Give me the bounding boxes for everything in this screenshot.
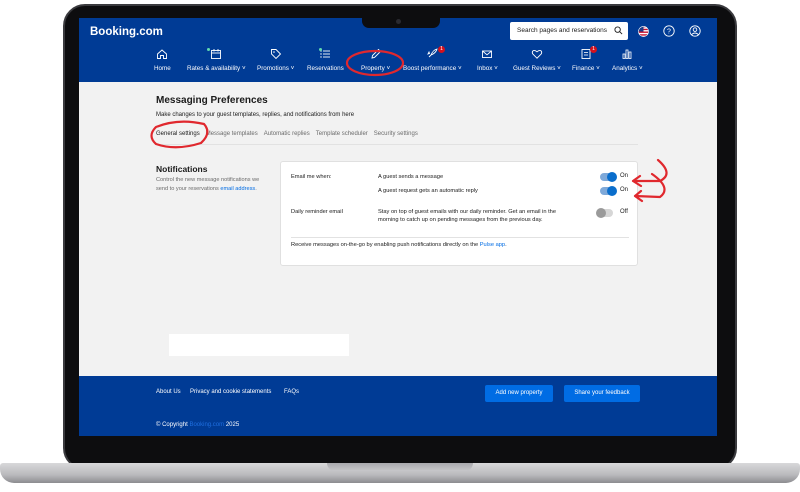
bar-chart-icon xyxy=(622,49,632,59)
card-divider xyxy=(291,237,629,238)
option-auto-reply: A guest request gets an automatic reply xyxy=(378,188,478,194)
footer-faqs-link[interactable]: FAQs xyxy=(284,389,299,395)
envelope-icon xyxy=(482,50,493,58)
camera-icon xyxy=(396,19,401,24)
nav-reservations-label: Reservations xyxy=(307,65,344,72)
copyright: © Copyright Booking.com 2025 xyxy=(156,422,240,428)
footer: About Us Privacy and cookie statements F… xyxy=(79,376,717,436)
search-input[interactable]: Search pages and reservations xyxy=(510,22,628,40)
flag-icon[interactable] xyxy=(635,23,651,39)
notifications-title: Notifications xyxy=(156,164,208,174)
email-me-label: Email me when: xyxy=(291,174,332,180)
nav-finance-label: Finance ˅ xyxy=(572,65,600,72)
pulse-app-link[interactable]: Pulse app xyxy=(480,242,505,248)
pulse-app-note: Receive messages on-the-go by enabling p… xyxy=(291,242,507,248)
search-icon xyxy=(614,26,623,35)
booking-logo[interactable]: Booking.com xyxy=(90,26,163,38)
tab-message-templates[interactable]: Message templates xyxy=(206,131,258,142)
share-feedback-button[interactable]: Share your feedback xyxy=(564,385,640,402)
tag-icon xyxy=(270,49,281,60)
search-placeholder: Search pages and reservations xyxy=(517,27,607,34)
nav-property-label: Property ˅ xyxy=(361,65,391,72)
auto-reply-state: On xyxy=(620,187,629,193)
nav-promotions[interactable]: Promotions ˅ xyxy=(257,48,294,72)
nav-reviews[interactable]: Guest Reviews ˅ xyxy=(513,48,561,72)
calendar-icon xyxy=(211,49,222,59)
daily-reminder-description: Stay on top of guest emails with our dai… xyxy=(378,209,556,223)
add-property-button[interactable]: Add new property xyxy=(485,385,553,402)
nav-analytics[interactable]: Analytics ˅ xyxy=(612,48,643,72)
nav-promotions-label: Promotions ˅ xyxy=(257,65,295,72)
nav-boost-label: Boost performance ˅ xyxy=(403,65,462,72)
daily-reminder-toggle[interactable] xyxy=(596,208,613,218)
nav-reviews-label: Guest Reviews ˅ xyxy=(513,65,561,72)
footer-privacy-link[interactable]: Privacy and cookie statements xyxy=(190,389,271,395)
screen: Booking.com Search pages and reservation… xyxy=(79,18,717,436)
daily-reminder-state: Off xyxy=(620,209,628,215)
notifications-description: Control the new message notifications we… xyxy=(156,177,260,192)
nav-property[interactable]: Property ˅ xyxy=(361,48,390,72)
blank-panel xyxy=(169,334,349,356)
nav-dot xyxy=(207,48,210,51)
nav-inbox[interactable]: Inbox ˅ xyxy=(477,48,498,72)
footer-about-link[interactable]: About Us xyxy=(156,389,181,395)
nav-home[interactable]: Home xyxy=(154,48,171,72)
nav-home-label: Home xyxy=(154,65,171,72)
pencil-icon xyxy=(371,48,381,59)
home-icon xyxy=(157,49,168,59)
nav-inbox-label: Inbox ˅ xyxy=(477,65,498,72)
laptop-hinge xyxy=(327,463,473,471)
tab-general-settings[interactable]: General settings xyxy=(156,131,200,142)
tab-automatic-replies[interactable]: Automatic replies xyxy=(264,131,310,142)
notification-badge: 1 xyxy=(590,46,597,53)
nav-reservations[interactable]: Reservations xyxy=(307,48,344,72)
camera-notch xyxy=(362,17,440,28)
nav-boost[interactable]: 1 Boost performance ˅ xyxy=(403,46,462,72)
notification-badge: 1 xyxy=(438,46,445,53)
auto-reply-toggle[interactable] xyxy=(600,186,617,196)
guest-message-state: On xyxy=(620,173,629,179)
rocket-icon xyxy=(427,48,438,58)
notifications-card: Email me when: A guest sends a message O… xyxy=(280,161,638,266)
settings-tabs: General settings Message templates Autom… xyxy=(156,131,424,142)
guest-message-toggle[interactable] xyxy=(600,172,617,182)
tab-template-scheduler[interactable]: Template scheduler xyxy=(316,131,368,142)
nav-finance[interactable]: 1 Finance ˅ xyxy=(572,46,600,72)
tabs-divider xyxy=(156,144,638,145)
copyright-brand[interactable]: Booking.com xyxy=(189,422,224,428)
option-guest-message: A guest sends a message xyxy=(378,174,444,180)
account-icon[interactable] xyxy=(687,23,703,39)
tab-security-settings[interactable]: Security settings xyxy=(374,131,418,142)
svg-text:?: ? xyxy=(667,28,671,35)
nav-analytics-label: Analytics ˅ xyxy=(612,65,643,72)
page-title: Messaging Preferences xyxy=(156,95,268,106)
heart-icon xyxy=(531,49,543,59)
nav-rates-label: Rates & availability ˅ xyxy=(187,65,246,72)
help-icon[interactable]: ? xyxy=(661,23,677,39)
email-address-link[interactable]: email address xyxy=(220,186,255,192)
nav-dot xyxy=(319,48,322,51)
daily-reminder-label: Daily reminder email xyxy=(291,209,343,215)
nav-rates[interactable]: Rates & availability ˅ xyxy=(187,48,246,72)
page-subtitle: Make changes to your guest templates, re… xyxy=(156,112,355,118)
main-nav: Home Rates & availability ˅ Promotions ˅… xyxy=(79,46,717,80)
